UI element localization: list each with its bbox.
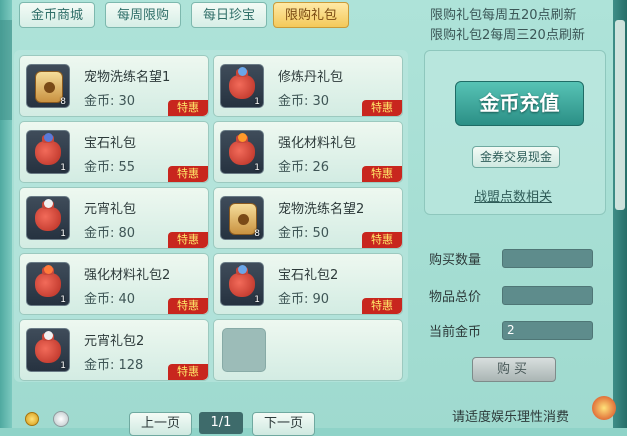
discount-tag: 特惠: [168, 100, 208, 116]
left-frame-decoration: [0, 0, 12, 428]
total-price-field: [502, 286, 593, 305]
item-name: 宠物洗练名望1: [84, 70, 171, 85]
total-price-label: 物品总价: [429, 290, 482, 305]
red-gift-bag-icon: [229, 265, 255, 297]
item-card[interactable]: 1 元宵礼包 金币: 80 特惠: [19, 187, 209, 249]
item-price: 金币: 50: [278, 226, 330, 241]
discount-tag: 特惠: [362, 298, 402, 314]
item-grid: 8 宠物洗练名望1 金币: 30 特惠 1 修炼丹礼包 金币: 30 特惠 1 …: [14, 50, 408, 382]
purchase-qty-label: 购买数量: [429, 253, 482, 268]
item-card[interactable]: 1 宝石礼包2 金币: 90 特惠: [213, 253, 403, 315]
item-price: 金币: 55: [84, 160, 136, 175]
red-gift-bag-icon: [35, 265, 61, 297]
item-icon-slot: 1: [26, 196, 70, 240]
treasure-bag-icon: [592, 396, 616, 420]
item-icon-slot: 1: [220, 64, 264, 108]
tab-daily-treasure[interactable]: 每日珍宝: [191, 2, 267, 28]
item-price: 金币: 80: [84, 226, 136, 241]
item-name: 宝石礼包: [84, 136, 137, 151]
item-name: 强化材料礼包2: [84, 268, 171, 283]
discount-tag: 特惠: [168, 232, 208, 248]
empty-icon-slot: [222, 328, 266, 372]
union-points-link[interactable]: 战盟点数相关: [474, 186, 552, 205]
empty-item-card: [213, 319, 403, 381]
item-name: 宝石礼包2: [278, 268, 339, 283]
item-quantity: 1: [254, 163, 260, 173]
item-name: 强化材料礼包: [278, 136, 357, 151]
item-quantity: 8: [254, 229, 260, 239]
item-icon-slot: 1: [26, 262, 70, 306]
refresh-info-1: 限购礼包每周五20点刷新: [430, 8, 577, 23]
refresh-info-2: 限购礼包2每周三20点刷新: [430, 28, 585, 43]
item-card[interactable]: 8 宠物洗练名望1 金币: 30 特惠: [19, 55, 209, 117]
moderation-notice: 请适度娱乐理性消费: [452, 410, 570, 425]
tab-weekly-limited[interactable]: 每周限购: [105, 2, 181, 28]
item-quantity: 1: [60, 229, 66, 239]
item-quantity: 1: [254, 97, 260, 107]
red-gift-bag-icon: [229, 133, 255, 165]
item-quantity: 8: [60, 97, 66, 107]
gold-recharge-button[interactable]: 金币充值: [455, 81, 584, 126]
item-name: 元宵礼包2: [84, 334, 145, 349]
paw-token-icon: [229, 203, 257, 235]
item-name: 元宵礼包: [84, 202, 137, 217]
red-gift-bag-icon: [35, 133, 61, 165]
item-price: 金币: 30: [84, 94, 136, 109]
current-gold-label: 当前金币: [429, 325, 482, 340]
item-icon-slot: 8: [220, 196, 264, 240]
discount-tag: 特惠: [168, 364, 208, 380]
tab-limited-gift[interactable]: 限购礼包: [273, 2, 349, 28]
item-name: 宠物洗练名望2: [278, 202, 365, 217]
item-card[interactable]: 8 宠物洗练名望2 金币: 50 特惠: [213, 187, 403, 249]
item-price: 金币: 90: [278, 292, 330, 307]
item-price: 金币: 128: [84, 358, 144, 373]
purchase-qty-input[interactable]: [502, 249, 593, 268]
prev-page-button[interactable]: 上一页: [129, 412, 192, 436]
item-price: 金币: 30: [278, 94, 330, 109]
right-frame-decoration: [613, 0, 627, 428]
item-card[interactable]: 1 元宵礼包2 金币: 128 特惠: [19, 319, 209, 381]
item-icon-slot: 1: [220, 262, 264, 306]
item-quantity: 1: [60, 163, 66, 173]
red-gift-bag-icon: [229, 67, 255, 99]
gold-coin-icon: [25, 412, 39, 426]
discount-tag: 特惠: [168, 298, 208, 314]
discount-tag: 特惠: [362, 100, 402, 116]
discount-tag: 特惠: [362, 232, 402, 248]
item-name: 修炼丹礼包: [278, 70, 344, 85]
item-icon-slot: 1: [26, 328, 70, 372]
item-quantity: 1: [60, 361, 66, 371]
tab-gold-mall[interactable]: 金币商城: [19, 2, 95, 28]
red-gift-bag-icon: [35, 331, 61, 363]
red-gift-bag-icon: [35, 199, 61, 231]
item-price: 金币: 26: [278, 160, 330, 175]
buy-button[interactable]: 购买: [472, 357, 556, 382]
page-indicator: 1/1: [199, 412, 243, 434]
item-card[interactable]: 1 强化材料礼包2 金币: 40 特惠: [19, 253, 209, 315]
item-card[interactable]: 1 修炼丹礼包 金币: 30 特惠: [213, 55, 403, 117]
discount-tag: 特惠: [362, 166, 402, 182]
item-price: 金币: 40: [84, 292, 136, 307]
item-card[interactable]: 1 强化材料礼包 金币: 26 特惠: [213, 121, 403, 183]
paw-token-icon: [35, 71, 63, 103]
voucher-trade-button[interactable]: 金券交易现金: [472, 146, 560, 168]
shop-window: 金币商城 每周限购 每日珍宝 限购礼包 限购礼包每周五20点刷新 限购礼包2每周…: [0, 0, 627, 436]
current-gold-field: 2: [502, 321, 593, 340]
silver-coin-icon: [53, 411, 69, 427]
item-quantity: 1: [60, 295, 66, 305]
discount-tag: 特惠: [168, 166, 208, 182]
item-quantity: 1: [254, 295, 260, 305]
next-page-button[interactable]: 下一页: [252, 412, 315, 436]
item-card[interactable]: 1 宝石礼包 金币: 55 特惠: [19, 121, 209, 183]
item-icon-slot: 1: [26, 130, 70, 174]
item-icon-slot: 8: [26, 64, 70, 108]
item-icon-slot: 1: [220, 130, 264, 174]
